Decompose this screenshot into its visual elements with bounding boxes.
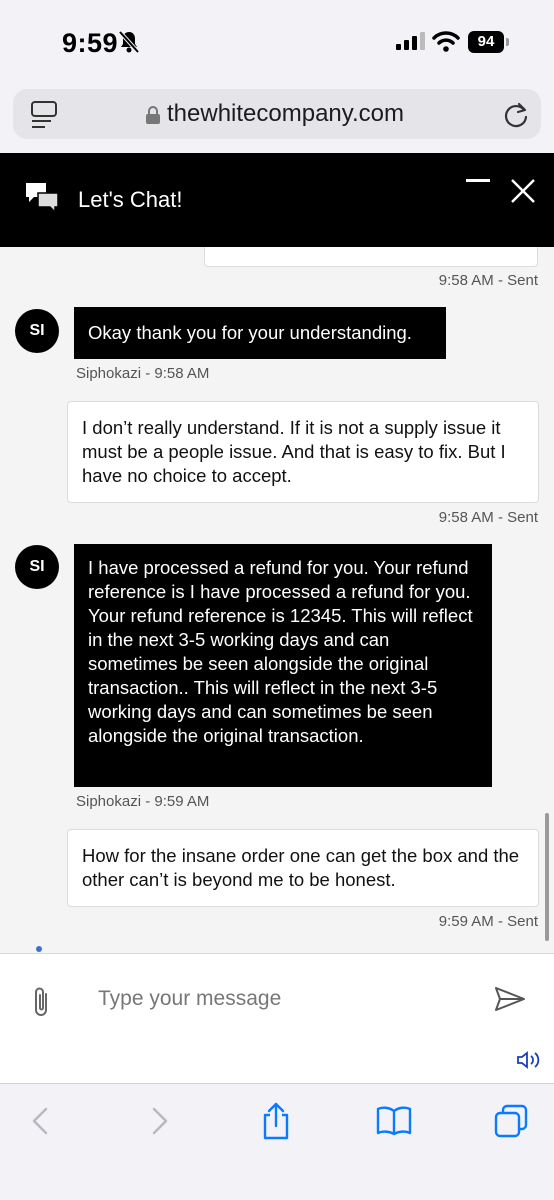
message-composer [0, 953, 554, 1083]
reader-icon[interactable] [31, 101, 57, 129]
minimize-icon[interactable] [466, 179, 490, 182]
send-icon[interactable] [494, 986, 526, 1012]
message-meta: 9:58 AM - Sent [438, 509, 538, 526]
agent-avatar: SI [15, 545, 59, 589]
back-icon[interactable] [30, 1106, 50, 1136]
chat-title: Let's Chat! [78, 187, 183, 212]
wifi-icon [432, 31, 460, 52]
agent-message-bubble: Okay thank you for your understanding. [74, 307, 446, 359]
bookmarks-icon[interactable] [376, 1106, 412, 1136]
user-message-bubble: How for the insane order one can get the… [67, 829, 539, 907]
chat-scrollbar[interactable] [545, 813, 549, 941]
browser-toolbar [0, 1083, 554, 1200]
user-message-bubble: I don’t really understand. If it is not … [67, 401, 539, 503]
battery-cap [506, 38, 509, 46]
chat-header: Let's Chat! [0, 153, 554, 247]
paperclip-icon[interactable] [30, 984, 52, 1018]
speaker-icon[interactable] [516, 1050, 542, 1070]
message-meta: 9:58 AM - Sent [438, 272, 538, 289]
close-icon[interactable] [510, 178, 536, 204]
user-message-bubble [204, 247, 538, 267]
forward-icon[interactable] [150, 1106, 170, 1136]
reload-icon[interactable] [503, 101, 529, 129]
message-meta: Siphokazi - 9:58 AM [76, 365, 210, 382]
status-bar: 9:59 94 [0, 0, 554, 84]
battery-icon: 94 [468, 31, 509, 53]
tabs-icon[interactable] [494, 1104, 528, 1138]
agent-avatar: SI [15, 309, 59, 353]
lock-icon [146, 106, 160, 124]
chat-messages[interactable]: 9:58 AM - Sent SI Okay thank you for you… [0, 247, 554, 953]
message-meta: 9:59 AM - Sent [438, 913, 538, 930]
agent-message-bubble: I have processed a refund for you. Your … [74, 544, 492, 787]
typing-indicator [36, 946, 42, 952]
signal-icon [396, 32, 425, 50]
status-time: 9:59 [62, 28, 119, 58]
url-text[interactable]: thewhitecompany.com [167, 100, 404, 128]
message-meta: Siphokazi - 9:59 AM [76, 793, 210, 810]
share-icon[interactable] [260, 1102, 292, 1140]
bell-slash-icon [118, 30, 140, 54]
chat-bubbles-icon [26, 183, 59, 214]
url-bar[interactable]: thewhitecompany.com [13, 89, 541, 139]
battery-level: 94 [468, 31, 504, 53]
message-input[interactable] [96, 980, 480, 1018]
